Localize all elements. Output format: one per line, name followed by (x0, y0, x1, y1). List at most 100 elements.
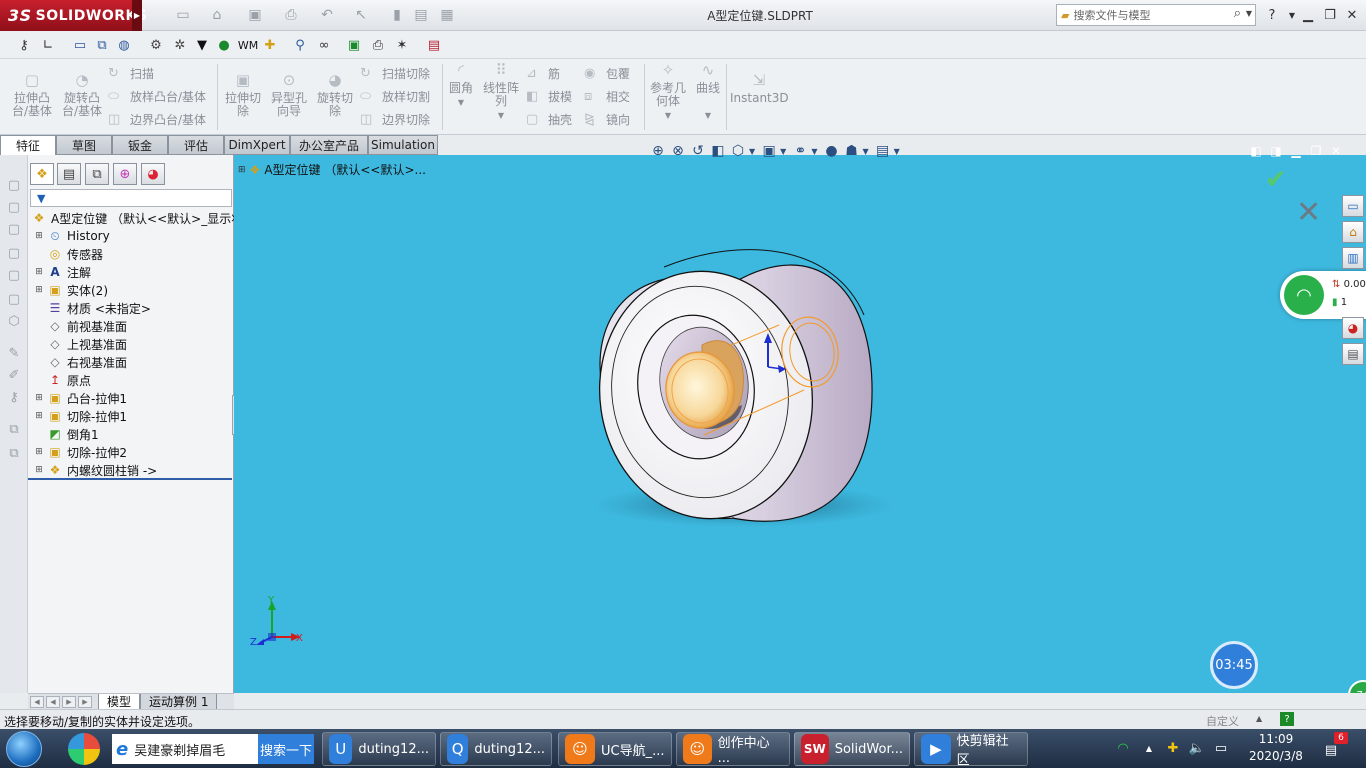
cube-icon[interactable]: ▢ (6, 267, 22, 283)
draft-button[interactable]: ◧ 拔模 (526, 87, 572, 105)
wifi-tray-icon[interactable]: ◠ (1114, 739, 1132, 757)
tree-item-cut-extrude2[interactable]: ⊞ ▣ 切除-拉伸2 (34, 443, 238, 461)
help-button[interactable]: ? (1262, 6, 1282, 24)
globe-icon[interactable]: ◍ (114, 35, 134, 55)
tree-item-top-plane[interactable]: ◇ 上视基准面 (34, 335, 238, 353)
expand-icon[interactable]: ⊞ (34, 267, 44, 277)
section-view-icon[interactable]: ◧ (708, 141, 728, 161)
minimize-button[interactable]: ▁ (1298, 6, 1318, 24)
tab-sketch[interactable]: 草图 (56, 135, 112, 155)
monitor-icon[interactable]: ▭ (70, 35, 90, 55)
wrap-button[interactable]: ◉ 包覆 (584, 64, 630, 82)
options-icon[interactable]: ▦ (436, 6, 458, 24)
key-icon[interactable]: ⚷ (14, 35, 34, 55)
tree-item-sensors[interactable]: ◎ 传感器 (34, 245, 238, 263)
close-view-button[interactable]: ✕ (1326, 142, 1346, 160)
chevron-down-icon[interactable]: ▼ (894, 147, 900, 156)
mirror-button[interactable]: ⧎ 镜向 (584, 110, 630, 128)
rollback-bar[interactable] (28, 478, 232, 480)
tile-left-icon[interactable]: ◧ (1246, 142, 1266, 160)
volume-icon[interactable]: 🔈 (1188, 739, 1206, 757)
smart-dimension-icon[interactable]: ✐ (6, 367, 22, 383)
copy-icon[interactable]: ⧉ (6, 421, 22, 437)
tab-office-products[interactable]: 办公室产品 (290, 135, 368, 155)
solidworks-logo[interactable]: 3S SOLIDWORKS (0, 0, 147, 31)
binoculars-icon[interactable]: ∞ (314, 35, 334, 55)
fillet-button[interactable]: ◜ 圆角 ▼ (446, 63, 476, 109)
open-icon[interactable]: ⌂ (206, 6, 228, 24)
display-manager-tab-icon[interactable]: ◕ (141, 163, 165, 185)
chevron-down-icon[interactable]: ▼ (862, 147, 868, 156)
taskbar-app-duting-1[interactable]: Uduting12... (322, 732, 436, 766)
gear-small-icon[interactable]: ✲ (170, 35, 190, 55)
ok-check-icon[interactable]: ✔ (1265, 165, 1287, 195)
zoom-area-icon[interactable]: ⊗ (668, 141, 688, 161)
tab-simulation[interactable]: Simulation (368, 135, 438, 155)
cancel-x-icon[interactable]: ✕ (1296, 195, 1321, 230)
funnel-icon[interactable]: ▼ (192, 35, 212, 55)
plus-gold-icon[interactable]: ✚ (260, 35, 280, 55)
tree-root-part[interactable]: ❖ A型定位键 （默认<<默认>_显示状 (30, 209, 244, 227)
cube-icon[interactable]: ▢ (6, 177, 22, 193)
home-icon[interactable]: ⌂ (1342, 221, 1364, 243)
recording-timer[interactable]: 03:45 (1210, 641, 1258, 689)
nav-next-arrow[interactable]: ▶ (62, 696, 76, 708)
copy-icon[interactable]: ⧉ (6, 445, 22, 461)
start-button[interactable] (6, 731, 42, 767)
loft-cut-button[interactable]: ⬭ 放样切割 (360, 87, 430, 105)
taskbar-app-uc-nav[interactable]: ☺ UC导航_... (558, 732, 672, 766)
measure-icon[interactable]: WM (238, 35, 258, 55)
expand-icon[interactable]: ⊞ (34, 285, 44, 295)
sweep-button[interactable]: ↻ 扫描 (108, 64, 154, 82)
angle-icon[interactable]: ∟ (38, 35, 58, 55)
close-button[interactable]: ✕ (1342, 6, 1362, 24)
configuration-manager-tab-icon[interactable]: ⧉ (85, 163, 109, 185)
intersect-button[interactable]: ⧈ 相交 (584, 87, 630, 105)
tab-sheet-metal[interactable]: 钣金 (112, 135, 168, 155)
hide-show-icon[interactable]: ⚭ (790, 141, 810, 161)
reference-geometry-button[interactable]: ✧ 参考几 何体 ▼ (648, 63, 688, 122)
relation-icon[interactable]: ⚷ (6, 389, 22, 405)
rebuild-icon[interactable]: ▮ (386, 6, 408, 24)
taskbar-app-kuaijianji[interactable]: ▶ 快剪辑社区 (914, 732, 1028, 768)
chevron-up-icon[interactable]: ▲ (1256, 714, 1262, 723)
shell-button[interactable]: ▢ 抽壳 (526, 110, 572, 128)
nav-first-arrow[interactable]: ◀ (30, 696, 44, 708)
printer-icon[interactable]: ⎙ (368, 35, 388, 55)
cube-icon[interactable]: ▢ (6, 245, 22, 261)
gear-icon[interactable]: ⚙ (146, 35, 166, 55)
revolve-cut-button[interactable]: ◕ 旋转切 除 (314, 73, 356, 118)
feature-tree-filter[interactable]: ▼ (30, 189, 232, 207)
sweep-cut-button[interactable]: ↻ 扫描切除 (360, 64, 430, 82)
browser-logo-icon[interactable] (68, 733, 100, 765)
tree-item-cut-extrude1[interactable]: ⊞ ▣ 切除-拉伸1 (34, 407, 238, 425)
restore-view-button[interactable]: ❐ (1306, 142, 1326, 160)
file-properties-icon[interactable]: ▤ (410, 6, 432, 24)
cube-icon[interactable]: ▢ (6, 199, 22, 215)
network-icon[interactable]: ⧉ (92, 35, 112, 55)
apply-scene-icon[interactable]: ☗ (841, 141, 861, 161)
tree-item-inserted-part[interactable]: ⊞ ❖ 内螺纹圆柱销 -> (34, 461, 238, 479)
save-icon[interactable]: ▣ (244, 6, 266, 24)
cube-icon[interactable]: ⬡ (6, 313, 22, 329)
restore-button[interactable]: ❐ (1320, 6, 1340, 24)
help-question-icon[interactable]: ? (1280, 712, 1294, 726)
zoom-to-fit-icon[interactable]: ⊕ (648, 141, 668, 161)
display-style-icon[interactable]: ▣ (759, 141, 779, 161)
instant3d-button[interactable]: ⇲ Instant3D (730, 73, 789, 105)
expand-icon[interactable]: ⊞ (34, 393, 44, 403)
edit-appearance-icon[interactable]: ● (821, 141, 841, 161)
chevron-down-icon[interactable]: ▼ (1246, 9, 1252, 18)
chevron-down-icon[interactable]: ▼ (749, 147, 755, 156)
minimize-view-button[interactable]: ▁ (1286, 142, 1306, 160)
nav-prev-arrow[interactable]: ◀ (46, 696, 60, 708)
report-icon[interactable]: ▤ (424, 35, 444, 55)
sketch-pencil-icon[interactable]: ✎ (6, 345, 22, 361)
tab-dimxpert[interactable]: DimXpert (224, 135, 290, 155)
cube-icon[interactable]: ▢ (6, 221, 22, 237)
tile-right-icon[interactable]: ◨ (1266, 142, 1286, 160)
tab-motion-study[interactable]: 运动算例 1 (140, 694, 218, 710)
tree-item-solid-bodies[interactable]: ⊞ ▣ 实体(2) (34, 281, 238, 299)
nav-last-arrow[interactable]: ▶ (78, 696, 92, 708)
taskbar-app-solidworks[interactable]: SW SolidWor... (794, 732, 910, 766)
